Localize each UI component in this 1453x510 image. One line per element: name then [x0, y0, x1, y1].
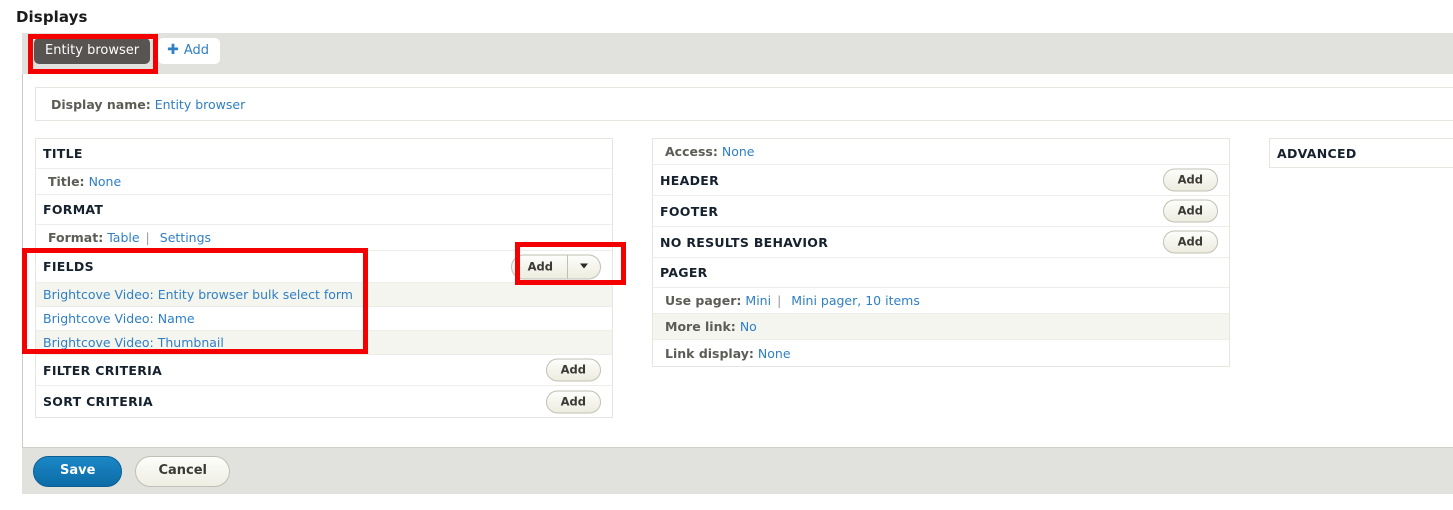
- title-label: Title:: [48, 174, 85, 189]
- sort-criteria-add-button[interactable]: Add: [545, 390, 601, 413]
- use-pager-label: Use pager:: [665, 293, 742, 308]
- row-use-pager: Use pager: Mini | Mini pager, 10 items: [653, 288, 1229, 314]
- display-name-label: Display name:: [51, 96, 151, 112]
- fields-add-split-button[interactable]: Add: [510, 254, 601, 279]
- title-value-link[interactable]: None: [89, 174, 122, 189]
- access-label: Access:: [665, 144, 718, 159]
- format-separator: |: [145, 230, 150, 245]
- list-item: Brightcove Video: Name: [36, 307, 612, 331]
- fields-add-dropdown-toggle[interactable]: [567, 255, 600, 278]
- plus-icon: ✚: [167, 42, 179, 58]
- column-right: ADVANCED: [1269, 138, 1453, 168]
- format-value-link[interactable]: Table: [107, 230, 139, 245]
- section-format-header: FORMAT: [36, 195, 612, 225]
- section-fields-header: FIELDS Add: [36, 251, 612, 283]
- tab-entity-browser[interactable]: Entity browser: [34, 38, 151, 64]
- section-pager-header: PAGER: [653, 258, 1229, 288]
- list-item: Brightcove Video: Thumbnail: [36, 331, 612, 355]
- field-link-thumbnail[interactable]: Brightcove Video: Thumbnail: [43, 335, 224, 350]
- views-edit-page: Displays Entity browser ✚ Add Display na…: [0, 0, 1453, 510]
- link-display-label: Link display:: [665, 345, 754, 361]
- section-sort-criteria-label: SORT CRITERIA: [43, 394, 153, 409]
- section-sort-criteria-header: SORT CRITERIA Add: [36, 386, 612, 417]
- list-item: Brightcove Video: Entity browser bulk se…: [36, 283, 612, 307]
- section-title-label: TITLE: [43, 146, 83, 161]
- section-no-results-behavior-header: NO RESULTS BEHAVIOR Add: [653, 227, 1229, 258]
- format-settings-link[interactable]: Settings: [160, 230, 211, 245]
- section-advanced-header[interactable]: ADVANCED: [1270, 139, 1453, 167]
- section-header-label: HEADER: [660, 172, 720, 188]
- section-footer-label: FOOTER: [660, 203, 719, 219]
- section-fields-label: FIELDS: [43, 259, 94, 274]
- section-header-header: HEADER Add: [653, 165, 1229, 196]
- display-name-row: Display name: Entity browser: [35, 87, 1453, 121]
- form-actions-bar: Save Cancel: [22, 447, 1453, 494]
- format-label: Format:: [48, 230, 104, 245]
- row-more-link: More link: No: [653, 314, 1229, 340]
- footer-add-button[interactable]: Add: [1162, 199, 1218, 223]
- section-format-label: FORMAT: [43, 202, 104, 217]
- column-left: TITLE Title: None FORMAT Format: Table |…: [35, 138, 613, 418]
- section-title-header: TITLE: [36, 139, 612, 169]
- section-footer-header: FOOTER Add: [653, 196, 1229, 227]
- display-tab-list: Entity browser ✚ Add: [34, 38, 221, 64]
- access-value-link[interactable]: None: [722, 144, 755, 159]
- row-format: Format: Table | Settings: [36, 225, 612, 251]
- section-filter-criteria-header: FILTER CRITERIA Add: [36, 355, 612, 386]
- more-link-label: More link:: [665, 319, 736, 334]
- row-link-display: Link display: None: [653, 340, 1229, 366]
- no-results-behavior-add-button[interactable]: Add: [1162, 230, 1218, 254]
- add-display-button[interactable]: ✚ Add: [158, 38, 221, 64]
- use-pager-settings-link[interactable]: Mini pager, 10 items: [791, 293, 920, 308]
- row-title: Title: None: [36, 169, 612, 195]
- add-display-label: Add: [183, 43, 210, 58]
- use-pager-separator: |: [777, 293, 782, 308]
- link-display-value-link[interactable]: None: [758, 346, 791, 361]
- column-middle: Access: None HEADER Add FOOTER Add NO RE…: [652, 138, 1230, 367]
- save-button[interactable]: Save: [33, 455, 123, 487]
- filter-criteria-add-button[interactable]: Add: [545, 358, 601, 382]
- section-pager-label: PAGER: [660, 265, 708, 280]
- fields-add-button[interactable]: Add: [512, 255, 567, 278]
- displays-tab-bar: Entity browser ✚ Add: [22, 33, 1453, 74]
- row-access: Access: None: [653, 139, 1229, 165]
- section-filter-criteria-label: FILTER CRITERIA: [43, 362, 163, 378]
- field-link-name[interactable]: Brightcove Video: Name: [43, 311, 195, 326]
- section-advanced-label: ADVANCED: [1277, 145, 1357, 161]
- more-link-value-link[interactable]: No: [740, 319, 757, 334]
- field-link-bulk-select-form[interactable]: Brightcove Video: Entity browser bulk se…: [43, 287, 353, 302]
- cancel-button[interactable]: Cancel: [135, 455, 230, 487]
- page-title: Displays: [16, 8, 88, 26]
- section-no-results-behavior-label: NO RESULTS BEHAVIOR: [660, 234, 829, 250]
- header-add-button[interactable]: Add: [1162, 168, 1218, 192]
- use-pager-value-link[interactable]: Mini: [745, 293, 771, 308]
- chevron-down-icon: [580, 263, 588, 269]
- display-name-value-link[interactable]: Entity browser: [155, 97, 245, 112]
